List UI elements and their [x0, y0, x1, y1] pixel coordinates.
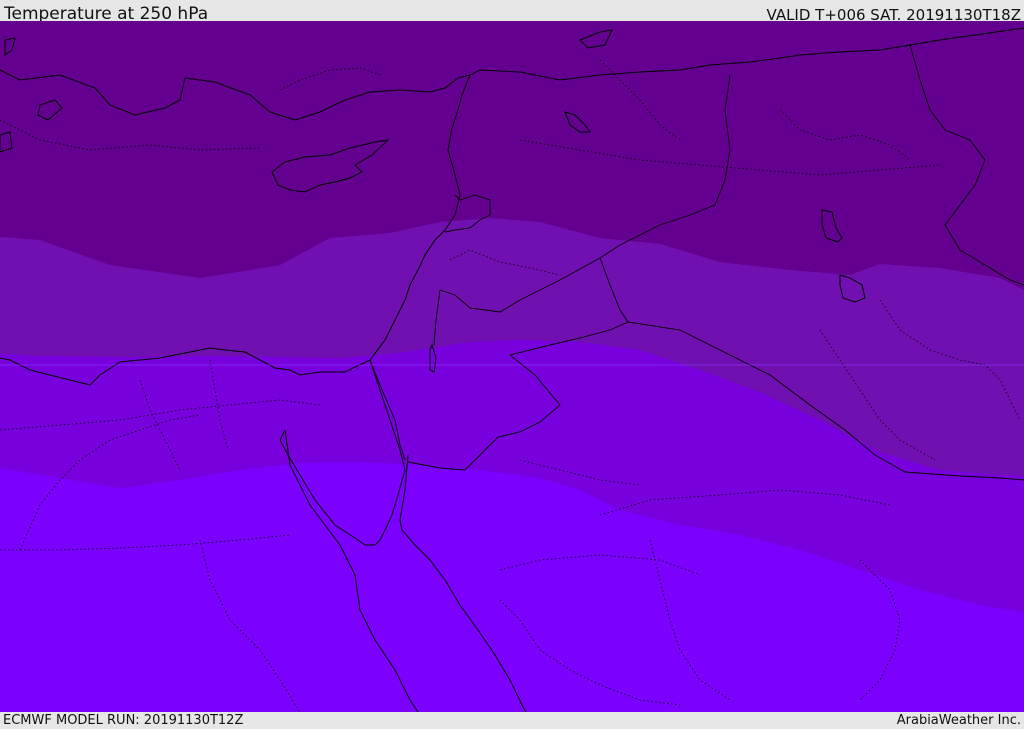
map-panel[interactable]	[0, 21, 1024, 712]
footer-bar: ECMWF MODEL RUN: 20191130T12Z ArabiaWeat…	[0, 712, 1024, 729]
header-bar: Temperature at 250 hPa VALID T+006 SAT. …	[0, 0, 1024, 24]
model-run-label: ECMWF MODEL RUN: 20191130T12Z	[3, 713, 244, 728]
map-canvas[interactable]	[0, 21, 1024, 712]
credit-label: ArabiaWeather Inc.	[896, 713, 1021, 728]
